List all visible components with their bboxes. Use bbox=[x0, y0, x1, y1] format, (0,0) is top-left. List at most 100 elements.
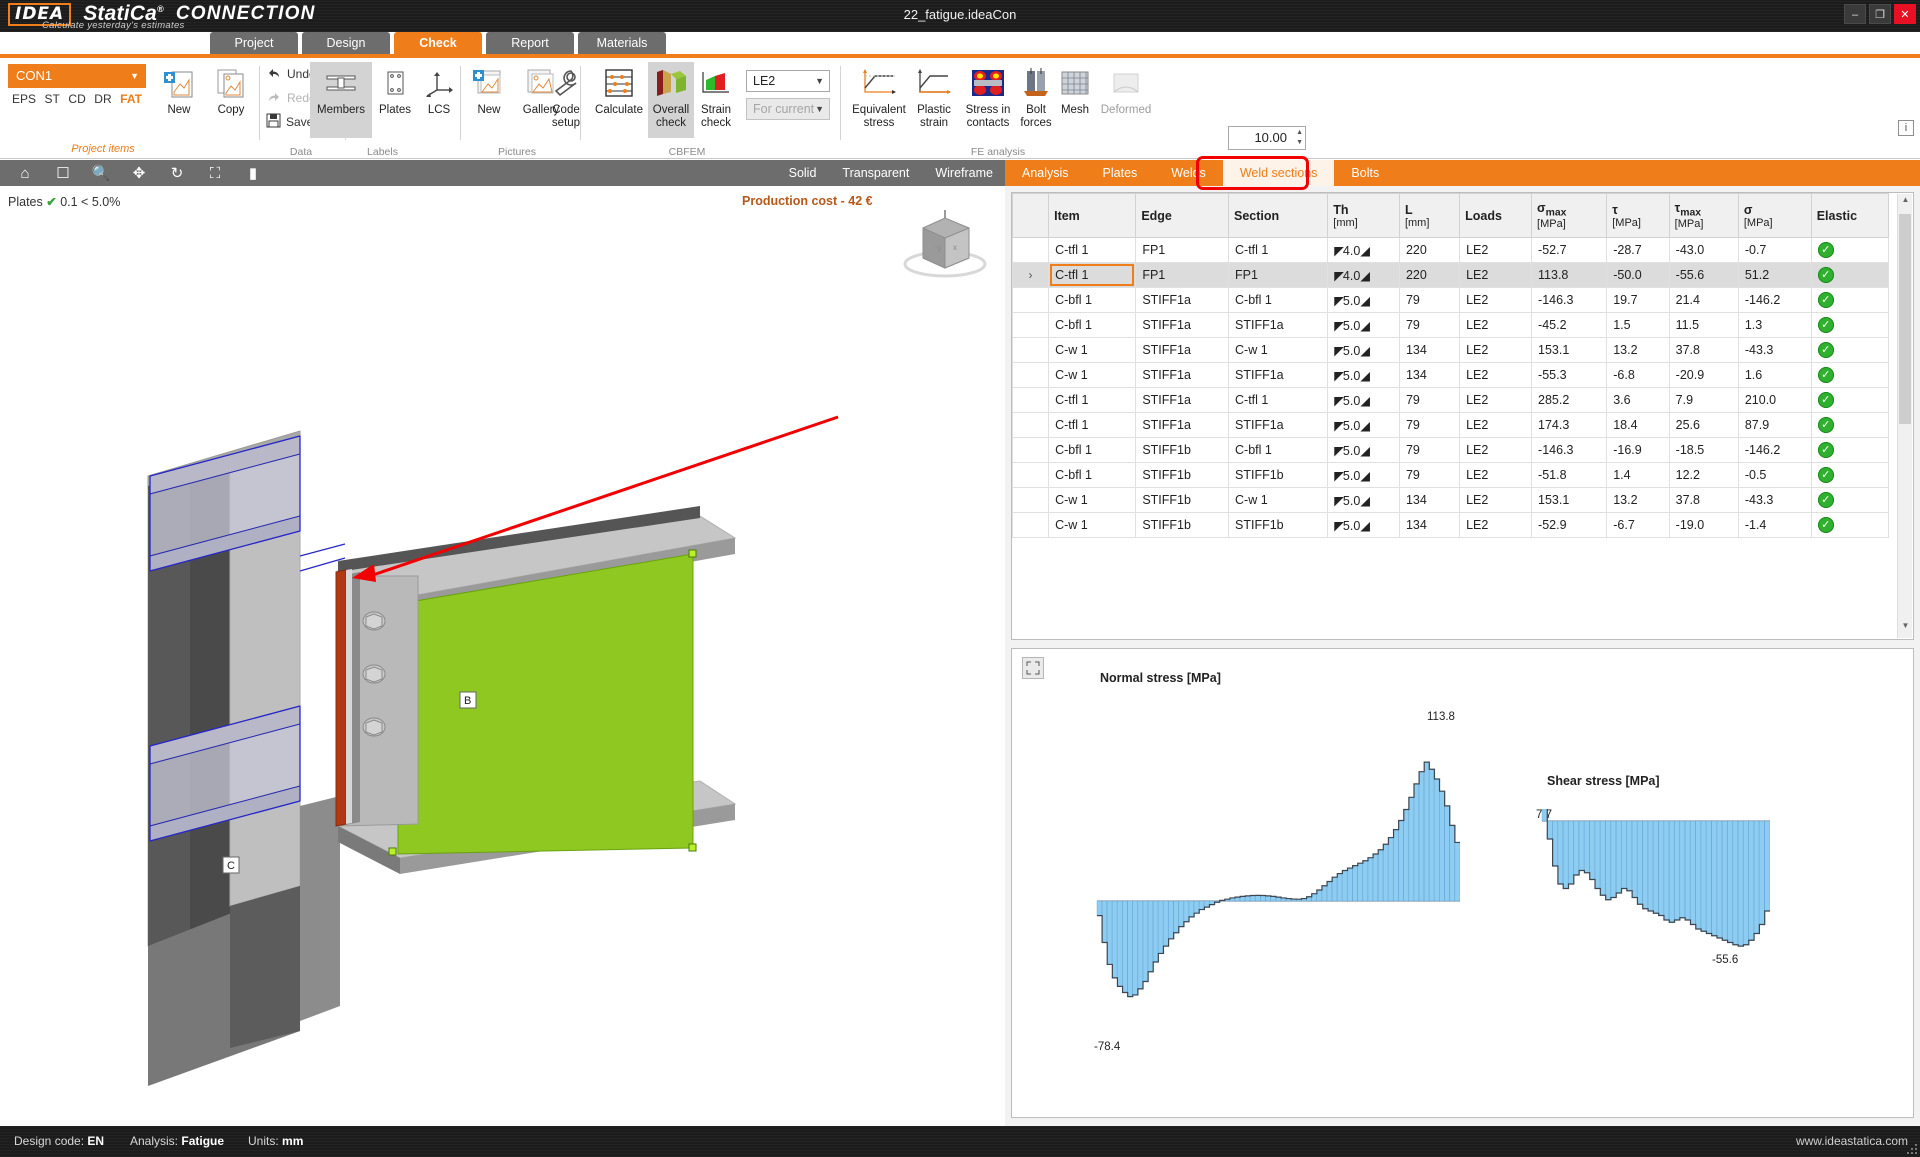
row-expander[interactable] bbox=[1012, 237, 1050, 263]
table-row[interactable]: C-w 1 STIFF1a C-w 1 ◤5.0◢ 134 LE2 153.1 … bbox=[1012, 337, 1890, 363]
overall-check-button[interactable]: Overall check bbox=[648, 62, 694, 138]
move-icon[interactable]: ✥ bbox=[128, 163, 150, 183]
table-row[interactable]: C-bfl 1 STIFF1a C-bfl 1 ◤5.0◢ 79 LE2 -14… bbox=[1012, 287, 1890, 313]
table-row[interactable]: C-tfl 1 FP1 C-tfl 1 ◤4.0◢ 220 LE2 -52.7 … bbox=[1012, 237, 1890, 263]
cell-loads: LE2 bbox=[1459, 362, 1533, 388]
section-icon[interactable]: ▮ bbox=[242, 163, 264, 183]
maximize-button[interactable]: ❐ bbox=[1869, 4, 1891, 24]
home-icon[interactable]: ⌂ bbox=[14, 163, 36, 183]
table-row[interactable]: C-bfl 1 STIFF1a STIFF1a ◤5.0◢ 79 LE2 -45… bbox=[1012, 312, 1890, 338]
col-loads[interactable]: Loads bbox=[1459, 193, 1533, 238]
zoom-icon[interactable]: 🔍 bbox=[90, 163, 112, 183]
col-thickness[interactable]: Th [mm] bbox=[1327, 193, 1400, 238]
tab-analysis[interactable]: Analysis bbox=[1005, 160, 1086, 186]
status-ok-icon: ✓ bbox=[1817, 492, 1834, 508]
col-tau-max[interactable]: τmax [MPa] bbox=[1668, 193, 1739, 238]
tab-project[interactable]: Project bbox=[210, 32, 298, 54]
col-tau[interactable]: τ [MPa] bbox=[1606, 193, 1670, 238]
model-viewport[interactable]: Plates ✔ 0.1 < 5.0% Production cost - 42… bbox=[0, 186, 1005, 1126]
row-expander[interactable] bbox=[1012, 337, 1050, 363]
col-elastic[interactable]: Elastic bbox=[1810, 193, 1890, 238]
results-tab-bar: Analysis Plates Welds Weld sections Bolt… bbox=[1005, 160, 1920, 186]
load-case-combo[interactable]: LE2 ▼ bbox=[746, 70, 830, 92]
scroll-down-icon[interactable]: ▼ bbox=[1898, 621, 1913, 637]
row-expander[interactable] bbox=[1012, 437, 1050, 463]
picture-new-button[interactable]: New bbox=[462, 62, 516, 138]
cell-tau: -50.0 bbox=[1606, 262, 1670, 288]
tab-design[interactable]: Design bbox=[302, 32, 390, 54]
stress-in-contacts-button[interactable]: Stress in contacts bbox=[958, 62, 1018, 138]
col-sigma-max[interactable]: σmax [MPa] bbox=[1531, 193, 1608, 238]
table-row[interactable]: C-tfl 1 STIFF1a C-tfl 1 ◤5.0◢ 79 LE2 285… bbox=[1012, 387, 1890, 413]
calculate-button[interactable]: Calculate bbox=[590, 62, 648, 138]
chevron-down-icon: ▼ bbox=[815, 104, 824, 114]
members-button[interactable]: Members bbox=[310, 62, 372, 138]
tab-report[interactable]: Report bbox=[486, 32, 574, 54]
tab-plates[interactable]: Plates bbox=[1086, 160, 1155, 186]
col-item[interactable]: Item bbox=[1048, 193, 1137, 238]
col-sigma[interactable]: σ [MPa] bbox=[1737, 193, 1812, 238]
resize-grip-icon[interactable] bbox=[1906, 1143, 1918, 1155]
plates-button[interactable]: Plates bbox=[372, 62, 418, 138]
view-mode-wireframe[interactable]: Wireframe bbox=[935, 166, 993, 180]
strain-check-button[interactable]: Strain check bbox=[694, 62, 738, 138]
cell-thickness: ◤5.0◢ bbox=[1327, 337, 1400, 363]
analysis-status: Analysis: Fatigue bbox=[130, 1134, 224, 1148]
row-expander[interactable] bbox=[1012, 512, 1050, 538]
col-section[interactable]: Section bbox=[1228, 193, 1329, 238]
units-value: mm bbox=[282, 1134, 304, 1148]
copy-item-button[interactable]: Copy bbox=[204, 62, 258, 138]
table-row[interactable]: C-tfl 1 STIFF1a STIFF1a ◤5.0◢ 79 LE2 174… bbox=[1012, 412, 1890, 438]
row-expander[interactable]: › bbox=[1012, 262, 1050, 288]
code-setup-button[interactable]: Code setup bbox=[542, 62, 590, 138]
scroll-up-icon[interactable]: ▲ bbox=[1898, 195, 1913, 211]
bolt-forces-button[interactable]: Bolt forces bbox=[1018, 62, 1054, 138]
minimize-button[interactable]: – bbox=[1844, 4, 1866, 24]
view-mode-solid[interactable]: Solid bbox=[789, 166, 817, 180]
new-item-button[interactable]: New bbox=[152, 62, 206, 138]
tab-materials[interactable]: Materials bbox=[578, 32, 666, 54]
equivalent-stress-button[interactable]: Equivalent stress bbox=[848, 62, 910, 138]
table-scrollbar[interactable]: ▲ ▼ bbox=[1897, 194, 1912, 638]
expand-diagram-button[interactable] bbox=[1022, 657, 1044, 679]
col-length[interactable]: L [mm] bbox=[1398, 193, 1461, 238]
table-row[interactable]: C-w 1 STIFF1b STIFF1b ◤5.0◢ 134 LE2 -52.… bbox=[1012, 512, 1890, 538]
row-expander[interactable] bbox=[1012, 462, 1050, 488]
row-expander[interactable] bbox=[1012, 412, 1050, 438]
tab-welds[interactable]: Welds bbox=[1154, 160, 1223, 186]
scale-spinner[interactable]: 10.00 ▲ ▼ bbox=[1228, 126, 1306, 150]
connection-combo[interactable]: CON1 ▼ bbox=[8, 64, 146, 88]
website-link[interactable]: www.ideastatica.com bbox=[1796, 1134, 1908, 1148]
table-row[interactable]: C-bfl 1 STIFF1b C-bfl 1 ◤5.0◢ 79 LE2 -14… bbox=[1012, 437, 1890, 463]
row-expander[interactable] bbox=[1012, 312, 1050, 338]
status-ok-icon: ✓ bbox=[1817, 442, 1834, 458]
lcs-label: LCS bbox=[427, 104, 451, 116]
close-button[interactable]: ✕ bbox=[1894, 4, 1916, 24]
fullscreen-icon[interactable]: ⛶ bbox=[204, 163, 226, 183]
table-row[interactable]: › C-tfl 1 FP1 FP1 ◤4.0◢ 220 LE2 113.8 -5… bbox=[1012, 262, 1890, 288]
pan-fit-icon[interactable]: ☐ bbox=[52, 163, 74, 183]
row-expander[interactable] bbox=[1012, 487, 1050, 513]
table-row[interactable]: C-w 1 STIFF1b C-w 1 ◤5.0◢ 134 LE2 153.1 … bbox=[1012, 487, 1890, 513]
rotate-icon[interactable]: ↻ bbox=[166, 163, 188, 183]
lcs-button[interactable]: LCS bbox=[418, 62, 460, 138]
table-row[interactable]: C-bfl 1 STIFF1b STIFF1b ◤5.0◢ 79 LE2 -51… bbox=[1012, 462, 1890, 488]
spinner-arrows-icon[interactable]: ▲ ▼ bbox=[1296, 128, 1303, 148]
info-icon[interactable]: i bbox=[1898, 120, 1914, 136]
tab-bolts[interactable]: Bolts bbox=[1334, 160, 1396, 186]
mesh-button[interactable]: Mesh bbox=[1054, 62, 1096, 138]
table-row[interactable]: C-w 1 STIFF1a STIFF1a ◤5.0◢ 134 LE2 -55.… bbox=[1012, 362, 1890, 388]
tab-check[interactable]: Check bbox=[394, 32, 482, 54]
equivalent-stress-label: Equivalent stress bbox=[852, 104, 906, 129]
row-expander[interactable] bbox=[1012, 287, 1050, 313]
scrollbar-thumb[interactable] bbox=[1899, 214, 1911, 424]
cell-item: C-tfl 1 bbox=[1048, 237, 1137, 263]
col-edge[interactable]: Edge bbox=[1135, 193, 1230, 238]
view-mode-transparent[interactable]: Transparent bbox=[842, 166, 909, 180]
row-expander[interactable] bbox=[1012, 362, 1050, 388]
tab-weld-sections[interactable]: Weld sections bbox=[1222, 160, 1335, 186]
plastic-strain-button[interactable]: Plastic strain bbox=[910, 62, 958, 138]
weld-sections-table-container[interactable]: Item Edge Section Th [mm] L [mm] Loads σma… bbox=[1011, 192, 1914, 640]
row-expander[interactable] bbox=[1012, 387, 1050, 413]
cell-thickness: ◤5.0◢ bbox=[1327, 362, 1400, 388]
